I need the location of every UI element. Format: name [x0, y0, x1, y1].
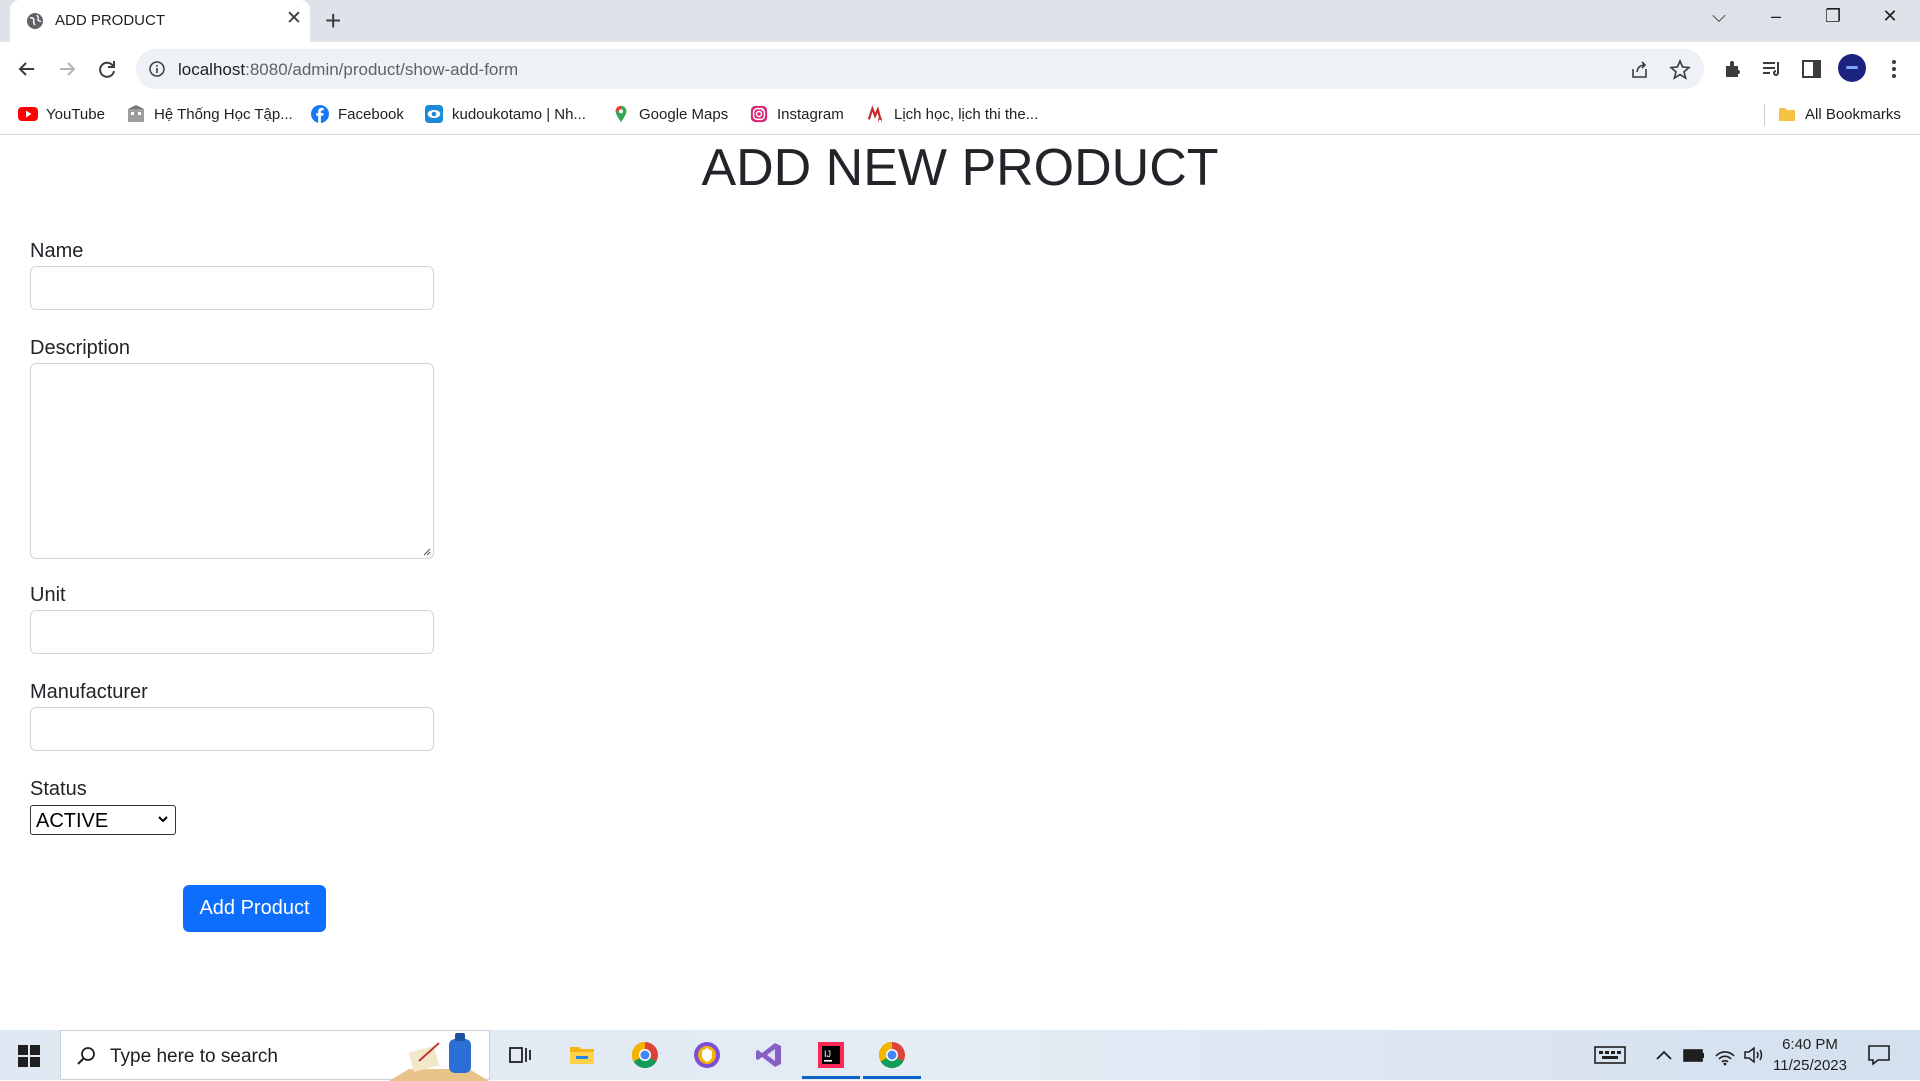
- instagram-icon: [750, 105, 768, 123]
- back-arrow-icon[interactable]: [12, 54, 42, 84]
- status-select[interactable]: ACTIVE: [30, 805, 176, 835]
- bookmark-instagram[interactable]: Instagram: [749, 105, 844, 123]
- manufacturer-input[interactable]: [30, 707, 434, 751]
- forward-arrow-icon[interactable]: [52, 54, 82, 84]
- description-label: Description: [30, 337, 131, 359]
- chevron-down-icon: [158, 816, 168, 823]
- status-selected-value: ACTIVE: [36, 810, 109, 832]
- all-bookmarks-button[interactable]: All Bookmarks: [1777, 105, 1901, 123]
- clock-date: 11/25/2023: [1773, 1057, 1847, 1074]
- search-placeholder: Type here to search: [110, 1046, 278, 1067]
- name-input[interactable]: [30, 266, 434, 310]
- browser-toolbar: localhost:8080/admin/product/show-add-fo…: [0, 42, 1920, 96]
- visual-studio-icon[interactable]: [754, 1040, 784, 1070]
- minimize-button[interactable]: –: [1756, 6, 1796, 27]
- svg-text:IJ: IJ: [824, 1049, 831, 1059]
- file-explorer-icon[interactable]: [567, 1040, 597, 1070]
- extensions-puzzle-icon[interactable]: [1721, 57, 1745, 81]
- kebab-menu-icon[interactable]: [1882, 57, 1906, 81]
- eye-icon: [425, 105, 443, 123]
- description-textarea[interactable]: [30, 363, 434, 559]
- reload-icon[interactable]: [92, 54, 122, 84]
- site-info-icon[interactable]: [148, 60, 166, 78]
- tab-title: ADD PRODUCT: [55, 12, 166, 29]
- manufacturer-label: Manufacturer: [30, 681, 148, 703]
- address-bar[interactable]: localhost:8080/admin/product/show-add-fo…: [136, 49, 1704, 89]
- name-label: Name: [30, 240, 84, 262]
- browser-tab-active[interactable]: ADD PRODUCT ✕: [10, 0, 310, 42]
- close-tab-icon[interactable]: ✕: [286, 9, 302, 29]
- notifications-icon[interactable]: [1866, 1044, 1892, 1066]
- chevron-up-icon[interactable]: [1652, 1044, 1676, 1066]
- globe-icon: [27, 13, 43, 29]
- search-icon: [77, 1047, 95, 1065]
- bookmark-star-icon[interactable]: [1669, 59, 1691, 81]
- chrome-active-icon[interactable]: [877, 1040, 907, 1070]
- new-tab-button[interactable]: +: [325, 4, 341, 38]
- university-icon: H: [867, 105, 883, 123]
- page-title: ADD NEW PRODUCT: [701, 139, 1219, 197]
- wifi-icon[interactable]: [1713, 1044, 1737, 1066]
- maps-pin-icon: [615, 105, 627, 123]
- profile-avatar[interactable]: [1838, 54, 1866, 82]
- bookmark-facebook[interactable]: Facebook: [310, 105, 404, 123]
- bookmarks-separator: [1764, 104, 1765, 126]
- windows-start-icon[interactable]: [18, 1045, 40, 1067]
- status-label: Status: [30, 778, 87, 800]
- unit-label: Unit: [30, 584, 66, 606]
- bookmarks-bar: YouTube Hệ Thống Học Tập... Facebook kud…: [0, 96, 1920, 135]
- restore-button[interactable]: ❐: [1813, 6, 1853, 27]
- windows-taskbar: Type here to search IJ 6:40 PM 11/25/202…: [0, 1030, 1920, 1081]
- bookmark-he-thong-hoc-tap[interactable]: Hệ Thống Học Tập...: [126, 105, 293, 123]
- system-clock[interactable]: 6:40 PM 11/25/2023: [1770, 1034, 1850, 1076]
- bookmark-kudoukotamo[interactable]: kudoukotamo | Nh...: [424, 105, 586, 123]
- url-text: localhost:8080/admin/product/show-add-fo…: [178, 60, 519, 79]
- intellij-idea-icon[interactable]: IJ: [816, 1040, 846, 1070]
- youtube-icon: [18, 107, 38, 121]
- close-window-button[interactable]: ✕: [1870, 6, 1910, 27]
- resize-grip-icon[interactable]: [421, 546, 431, 556]
- svg-text:H: H: [878, 117, 883, 123]
- add-product-button[interactable]: Add Product: [183, 885, 326, 932]
- chrome-icon[interactable]: [630, 1040, 660, 1070]
- clock-time: 6:40 PM: [1782, 1036, 1838, 1053]
- share-icon[interactable]: [1629, 59, 1651, 81]
- bookmark-lich-hoc[interactable]: H Lịch học, lịch thi the...: [866, 105, 1038, 123]
- facebook-icon: [311, 105, 329, 123]
- battery-icon[interactable]: [1682, 1044, 1706, 1066]
- keyboard-layout-icon[interactable]: [1594, 1044, 1626, 1066]
- bookmark-youtube[interactable]: YouTube: [18, 105, 105, 123]
- search-highlight-illustration: [389, 1033, 489, 1081]
- bookmark-google-maps[interactable]: Google Maps: [611, 105, 728, 123]
- volume-icon[interactable]: [1742, 1044, 1766, 1066]
- active-app-indicator: [802, 1076, 860, 1079]
- folder-icon: [1779, 108, 1795, 121]
- unit-input[interactable]: [30, 610, 434, 654]
- tab-search-chevron-icon[interactable]: ⌵: [1699, 6, 1739, 27]
- school-icon: [128, 105, 144, 122]
- side-panel-icon[interactable]: [1800, 57, 1824, 81]
- media-queue-icon[interactable]: [1760, 57, 1784, 81]
- task-view-icon[interactable]: [505, 1040, 535, 1070]
- taskbar-search-box[interactable]: Type here to search: [60, 1030, 490, 1081]
- tab-strip: ADD PRODUCT ✕ + ⌵ – ❐ ✕: [0, 0, 1920, 42]
- active-app-indicator: [863, 1076, 921, 1079]
- vpn-shield-icon[interactable]: [692, 1040, 722, 1070]
